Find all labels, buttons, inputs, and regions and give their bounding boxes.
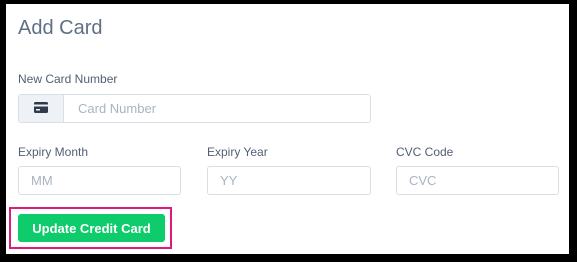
update-credit-card-button[interactable]: Update Credit Card	[18, 214, 165, 242]
cvc-input[interactable]	[396, 166, 559, 195]
expiry-month-input[interactable]	[18, 166, 181, 195]
expiry-month-label: Expiry Month	[18, 145, 89, 159]
button-highlight-box: Update Credit Card	[9, 207, 172, 249]
cvc-label: CVC Code	[396, 145, 454, 159]
expiry-year-input[interactable]	[207, 166, 371, 195]
card-number-label: New Card Number	[18, 72, 118, 86]
add-card-panel: Add Card New Card Number Expiry Month Ex…	[6, 4, 569, 254]
page-title: Add Card	[18, 17, 103, 39]
expiry-year-label: Expiry Year	[207, 145, 268, 159]
card-number-group	[18, 94, 371, 123]
card-number-input[interactable]	[64, 95, 370, 122]
credit-card-icon	[34, 100, 48, 118]
card-icon-addon	[19, 95, 64, 122]
